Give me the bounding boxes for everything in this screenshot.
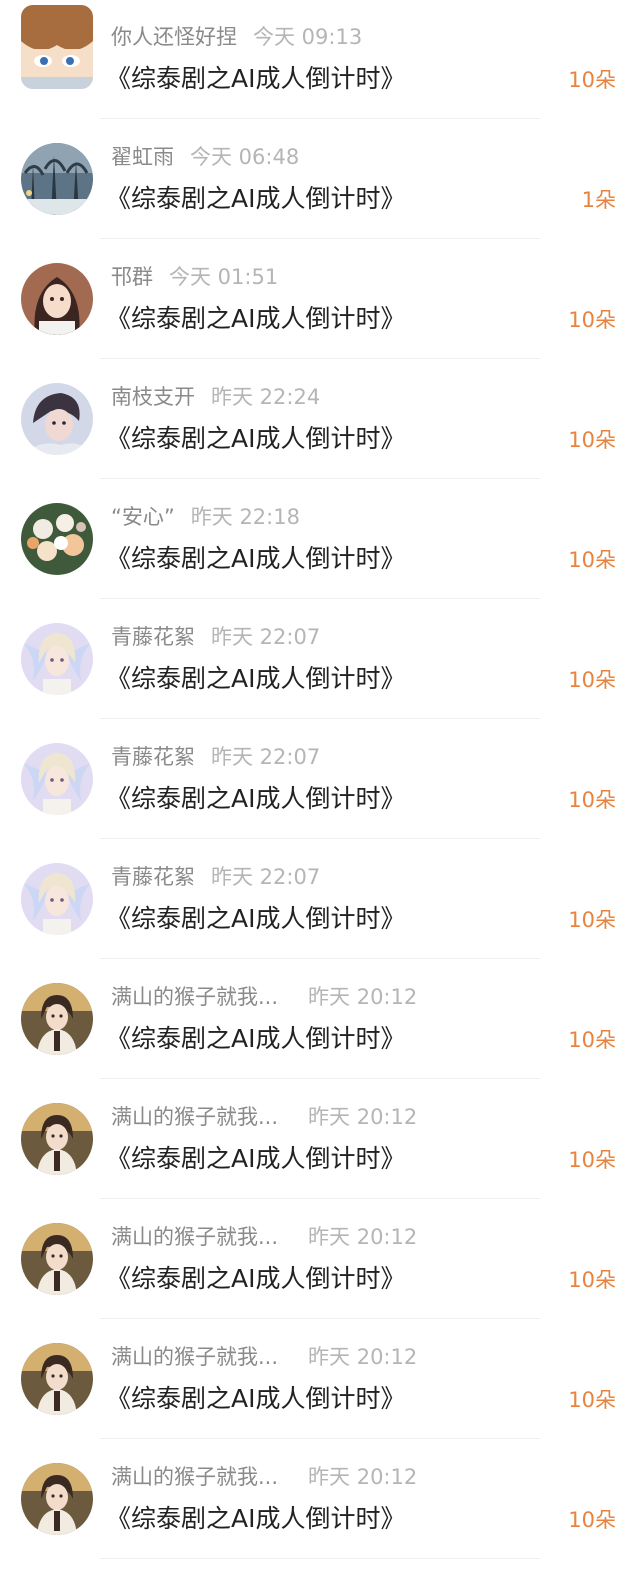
item-meta: 邗群 今天 01:51 <box>111 261 278 293</box>
gift-amount: 10朵 <box>568 308 616 332</box>
item-meta: “安心” 昨天 22:18 <box>111 501 300 533</box>
list-item[interactable]: 满山的猴子就我... 昨天 20:12 《综泰剧之AI成人倒计时》 10朵 <box>0 959 640 1079</box>
user-name[interactable]: 满山的猴子就我... <box>111 1465 278 1489</box>
book-title[interactable]: 《综泰剧之AI成人倒计时》 <box>106 1020 405 1058</box>
item-meta: 满山的猴子就我... 昨天 20:12 <box>111 1221 417 1253</box>
gift-amount: 10朵 <box>568 428 616 452</box>
gift-amount: 10朵 <box>568 668 616 692</box>
list-item[interactable]: “安心” 昨天 22:18 《综泰剧之AI成人倒计时》 10朵 <box>0 479 640 599</box>
book-title[interactable]: 《综泰剧之AI成人倒计时》 <box>106 1140 405 1178</box>
gift-amount: 10朵 <box>568 908 616 932</box>
book-title[interactable]: 《综泰剧之AI成人倒计时》 <box>106 420 405 458</box>
item-meta: 满山的猴子就我... 昨天 20:12 <box>111 1461 417 1493</box>
timestamp: 今天 01:51 <box>169 265 279 289</box>
book-title[interactable]: 《综泰剧之AI成人倒计时》 <box>106 900 405 938</box>
fairy-anime-avatar[interactable] <box>21 743 93 815</box>
list-item[interactable]: 翟虹雨 今天 06:48 《综泰剧之AI成人倒计时》 1朵 <box>0 119 640 239</box>
gift-amount: 10朵 <box>568 68 616 92</box>
user-name[interactable]: 满山的猴子就我... <box>111 1105 278 1129</box>
item-meta: 青藤花絮 昨天 22:07 <box>111 621 320 653</box>
gift-amount: 10朵 <box>568 1388 616 1412</box>
timestamp: 昨天 22:07 <box>211 865 321 889</box>
timestamp: 昨天 22:07 <box>211 745 321 769</box>
item-meta: 满山的猴子就我... 昨天 20:12 <box>111 1341 417 1373</box>
timestamp: 昨天 20:12 <box>308 1345 418 1369</box>
item-meta: 满山的猴子就我... 昨天 20:12 <box>111 981 417 1013</box>
girl-portrait-avatar[interactable] <box>21 263 93 335</box>
timestamp: 昨天 22:18 <box>190 505 300 529</box>
gift-amount: 10朵 <box>568 1028 616 1052</box>
timestamp: 昨天 20:12 <box>308 1465 418 1489</box>
user-name[interactable]: “安心” <box>111 505 175 529</box>
gift-amount: 1朵 <box>581 188 616 212</box>
user-name[interactable]: 翟虹雨 <box>111 145 174 169</box>
timestamp: 昨天 20:12 <box>308 1225 418 1249</box>
timestamp: 昨天 22:24 <box>211 385 321 409</box>
item-meta: 你人还怪好捏 今天 09:13 <box>111 21 362 53</box>
list-item[interactable]: 你人还怪好捏 今天 09:13 《综泰剧之AI成人倒计时》 10朵 <box>0 0 640 119</box>
list-item[interactable]: 满山的猴子就我... 昨天 20:12 《综泰剧之AI成人倒计时》 10朵 <box>0 1319 640 1439</box>
user-name[interactable]: 南枝支开 <box>111 385 195 409</box>
anime-boy-avatar[interactable] <box>21 983 93 1055</box>
gift-amount: 10朵 <box>568 1508 616 1532</box>
list-item[interactable]: 青藤花絮 昨天 22:07 《综泰剧之AI成人倒计时》 10朵 <box>0 839 640 959</box>
timestamp: 昨天 20:12 <box>308 985 418 1009</box>
user-name[interactable]: 青藤花絮 <box>111 625 195 649</box>
list-item[interactable]: 满山的猴子就我... 昨天 20:12 《综泰剧之AI成人倒计时》 10朵 <box>0 1199 640 1319</box>
item-meta: 南枝支开 昨天 22:24 <box>111 381 320 413</box>
gift-amount: 10朵 <box>568 1148 616 1172</box>
book-title[interactable]: 《综泰剧之AI成人倒计时》 <box>106 540 405 578</box>
book-title[interactable]: 《综泰剧之AI成人倒计时》 <box>106 300 405 338</box>
timestamp: 昨天 22:07 <box>211 625 321 649</box>
user-name[interactable]: 青藤花絮 <box>111 865 195 889</box>
book-title[interactable]: 《综泰剧之AI成人倒计时》 <box>106 780 405 818</box>
list-item[interactable]: 青藤花絮 昨天 22:07 《综泰剧之AI成人倒计时》 10朵 <box>0 719 640 839</box>
anime-boy-avatar[interactable] <box>21 1343 93 1415</box>
list-item[interactable]: 南枝支开 昨天 22:24 《综泰剧之AI成人倒计时》 10朵 <box>0 359 640 479</box>
item-meta: 青藤花絮 昨天 22:07 <box>111 861 320 893</box>
winter-trees-avatar[interactable] <box>21 143 93 215</box>
gift-amount: 10朵 <box>568 788 616 812</box>
gift-amount: 10朵 <box>568 548 616 572</box>
timestamp: 今天 06:48 <box>190 145 300 169</box>
fairy-anime-avatar[interactable] <box>21 863 93 935</box>
man-portrait-avatar[interactable] <box>21 383 93 455</box>
book-title[interactable]: 《综泰剧之AI成人倒计时》 <box>106 1380 405 1418</box>
timestamp: 昨天 20:12 <box>308 1105 418 1129</box>
anime-boy-avatar[interactable] <box>21 1463 93 1535</box>
fairy-anime-avatar[interactable] <box>21 623 93 695</box>
user-name[interactable]: 你人还怪好捏 <box>111 25 237 49</box>
gift-amount: 10朵 <box>568 1268 616 1292</box>
list-item[interactable]: 邗群 今天 01:51 《综泰剧之AI成人倒计时》 10朵 <box>0 239 640 359</box>
list-item[interactable]: 满山的猴子就我... 昨天 20:12 《综泰剧之AI成人倒计时》 10朵 <box>0 1079 640 1199</box>
user-name[interactable]: 满山的猴子就我... <box>111 1225 278 1249</box>
timestamp: 今天 09:13 <box>253 25 363 49</box>
book-title[interactable]: 《综泰剧之AI成人倒计时》 <box>106 1260 405 1298</box>
user-name[interactable]: 青藤花絮 <box>111 745 195 769</box>
flower-bouquet-avatar[interactable] <box>21 503 93 575</box>
anime-boy-avatar[interactable] <box>21 1223 93 1295</box>
user-name[interactable]: 邗群 <box>111 265 153 289</box>
book-title[interactable]: 《综泰剧之AI成人倒计时》 <box>106 1500 405 1538</box>
gift-record-list: 你人还怪好捏 今天 09:13 《综泰剧之AI成人倒计时》 10朵 翟虹雨 今天 0… <box>0 0 640 1578</box>
book-title[interactable]: 《综泰剧之AI成人倒计时》 <box>106 60 405 98</box>
item-meta: 翟虹雨 今天 06:48 <box>111 141 299 173</box>
book-title[interactable]: 《综泰剧之AI成人倒计时》 <box>106 180 405 218</box>
user-name[interactable]: 满山的猴子就我... <box>111 1345 278 1369</box>
item-meta: 满山的猴子就我... 昨天 20:12 <box>111 1101 417 1133</box>
list-item[interactable]: 满山的猴子就我... 昨天 20:12 《综泰剧之AI成人倒计时》 10朵 <box>0 1439 640 1559</box>
book-title[interactable]: 《综泰剧之AI成人倒计时》 <box>106 660 405 698</box>
list-item[interactable]: 青藤花絮 昨天 22:07 《综泰剧之AI成人倒计时》 10朵 <box>0 599 640 719</box>
anime-boy-avatar[interactable] <box>21 1103 93 1175</box>
cartoon-boy-avatar[interactable] <box>21 5 93 89</box>
user-name[interactable]: 满山的猴子就我... <box>111 985 278 1009</box>
divider <box>100 1558 540 1559</box>
item-meta: 青藤花絮 昨天 22:07 <box>111 741 320 773</box>
